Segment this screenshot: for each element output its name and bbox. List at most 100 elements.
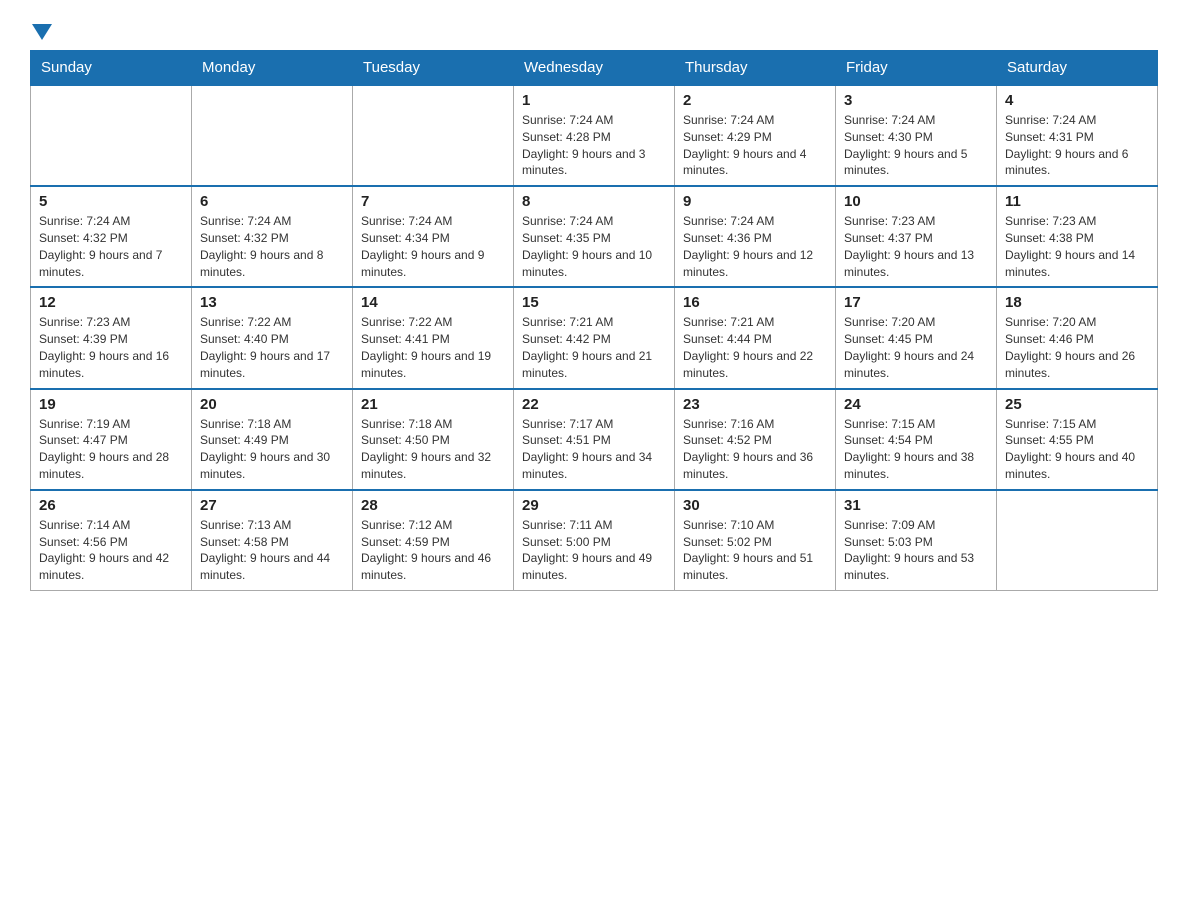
- day-info: Sunrise: 7:24 AM Sunset: 4:36 PM Dayligh…: [683, 213, 827, 280]
- day-of-week-header: Wednesday: [514, 51, 675, 86]
- calendar-week-row: 5 Sunrise: 7:24 AM Sunset: 4:32 PM Daylig…: [31, 186, 1158, 287]
- calendar-table: SundayMondayTuesdayWednesdayThursdayFrid…: [30, 50, 1158, 591]
- calendar-week-row: 26 Sunrise: 7:14 AM Sunset: 4:56 PM Dayli…: [31, 490, 1158, 591]
- calendar-day-cell: 4 Sunrise: 7:24 AM Sunset: 4:31 PM Daylig…: [997, 85, 1158, 186]
- day-info: Sunrise: 7:15 AM Sunset: 4:54 PM Dayligh…: [844, 416, 988, 483]
- day-number: 7: [361, 193, 505, 210]
- calendar-day-cell: 2 Sunrise: 7:24 AM Sunset: 4:29 PM Daylig…: [675, 85, 836, 186]
- calendar-day-cell: 27 Sunrise: 7:13 AM Sunset: 4:58 PM Dayli…: [192, 490, 353, 591]
- day-info: Sunrise: 7:23 AM Sunset: 4:37 PM Dayligh…: [844, 213, 988, 280]
- day-number: 18: [1005, 294, 1149, 311]
- day-info: Sunrise: 7:18 AM Sunset: 4:49 PM Dayligh…: [200, 416, 344, 483]
- day-number: 17: [844, 294, 988, 311]
- day-info: Sunrise: 7:22 AM Sunset: 4:41 PM Dayligh…: [361, 314, 505, 381]
- day-number: 31: [844, 497, 988, 514]
- day-of-week-header: Monday: [192, 51, 353, 86]
- calendar-day-cell: 17 Sunrise: 7:20 AM Sunset: 4:45 PM Dayli…: [836, 287, 997, 388]
- day-info: Sunrise: 7:24 AM Sunset: 4:34 PM Dayligh…: [361, 213, 505, 280]
- calendar-day-cell: 21 Sunrise: 7:18 AM Sunset: 4:50 PM Dayli…: [353, 389, 514, 490]
- calendar-day-cell: 23 Sunrise: 7:16 AM Sunset: 4:52 PM Dayli…: [675, 389, 836, 490]
- calendar-day-cell: 10 Sunrise: 7:23 AM Sunset: 4:37 PM Dayli…: [836, 186, 997, 287]
- logo-triangle-icon: [32, 24, 52, 40]
- day-info: Sunrise: 7:24 AM Sunset: 4:35 PM Dayligh…: [522, 213, 666, 280]
- day-info: Sunrise: 7:20 AM Sunset: 4:45 PM Dayligh…: [844, 314, 988, 381]
- day-of-week-header: Saturday: [997, 51, 1158, 86]
- day-info: Sunrise: 7:23 AM Sunset: 4:39 PM Dayligh…: [39, 314, 183, 381]
- day-number: 5: [39, 193, 183, 210]
- day-number: 15: [522, 294, 666, 311]
- day-info: Sunrise: 7:15 AM Sunset: 4:55 PM Dayligh…: [1005, 416, 1149, 483]
- day-number: 21: [361, 396, 505, 413]
- day-number: 11: [1005, 193, 1149, 210]
- logo: [30, 20, 52, 40]
- day-info: Sunrise: 7:14 AM Sunset: 4:56 PM Dayligh…: [39, 517, 183, 584]
- day-info: Sunrise: 7:12 AM Sunset: 4:59 PM Dayligh…: [361, 517, 505, 584]
- day-info: Sunrise: 7:20 AM Sunset: 4:46 PM Dayligh…: [1005, 314, 1149, 381]
- day-info: Sunrise: 7:24 AM Sunset: 4:31 PM Dayligh…: [1005, 112, 1149, 179]
- day-info: Sunrise: 7:13 AM Sunset: 4:58 PM Dayligh…: [200, 517, 344, 584]
- calendar-day-cell: 25 Sunrise: 7:15 AM Sunset: 4:55 PM Dayli…: [997, 389, 1158, 490]
- calendar-day-cell: 6 Sunrise: 7:24 AM Sunset: 4:32 PM Daylig…: [192, 186, 353, 287]
- calendar-day-cell: [353, 85, 514, 186]
- day-number: 4: [1005, 92, 1149, 109]
- page-header: [30, 20, 1158, 40]
- day-number: 6: [200, 193, 344, 210]
- calendar-day-cell: 30 Sunrise: 7:10 AM Sunset: 5:02 PM Dayli…: [675, 490, 836, 591]
- day-number: 14: [361, 294, 505, 311]
- calendar-header-row: SundayMondayTuesdayWednesdayThursdayFrid…: [31, 51, 1158, 86]
- day-info: Sunrise: 7:18 AM Sunset: 4:50 PM Dayligh…: [361, 416, 505, 483]
- day-of-week-header: Sunday: [31, 51, 192, 86]
- day-of-week-header: Friday: [836, 51, 997, 86]
- day-of-week-header: Tuesday: [353, 51, 514, 86]
- day-info: Sunrise: 7:21 AM Sunset: 4:42 PM Dayligh…: [522, 314, 666, 381]
- calendar-day-cell: 26 Sunrise: 7:14 AM Sunset: 4:56 PM Dayli…: [31, 490, 192, 591]
- day-number: 28: [361, 497, 505, 514]
- calendar-day-cell: 29Sunrise: 7:11 AM Sunset: 5:00 PM Dayli…: [514, 490, 675, 591]
- day-number: 2: [683, 92, 827, 109]
- day-number: 27: [200, 497, 344, 514]
- calendar-day-cell: 9Sunrise: 7:24 AM Sunset: 4:36 PM Daylig…: [675, 186, 836, 287]
- day-number: 25: [1005, 396, 1149, 413]
- day-number: 8: [522, 193, 666, 210]
- calendar-day-cell: 13Sunrise: 7:22 AM Sunset: 4:40 PM Dayli…: [192, 287, 353, 388]
- day-number: 30: [683, 497, 827, 514]
- calendar-day-cell: 18 Sunrise: 7:20 AM Sunset: 4:46 PM Dayli…: [997, 287, 1158, 388]
- day-number: 26: [39, 497, 183, 514]
- day-info: Sunrise: 7:24 AM Sunset: 4:28 PM Dayligh…: [522, 112, 666, 179]
- calendar-day-cell: 24Sunrise: 7:15 AM Sunset: 4:54 PM Dayli…: [836, 389, 997, 490]
- calendar-day-cell: 20 Sunrise: 7:18 AM Sunset: 4:49 PM Dayli…: [192, 389, 353, 490]
- calendar-day-cell: 11 Sunrise: 7:23 AM Sunset: 4:38 PM Dayli…: [997, 186, 1158, 287]
- calendar-day-cell: 31 Sunrise: 7:09 AM Sunset: 5:03 PM Dayli…: [836, 490, 997, 591]
- day-number: 20: [200, 396, 344, 413]
- day-number: 12: [39, 294, 183, 311]
- day-number: 3: [844, 92, 988, 109]
- day-info: Sunrise: 7:23 AM Sunset: 4:38 PM Dayligh…: [1005, 213, 1149, 280]
- calendar-week-row: 12 Sunrise: 7:23 AM Sunset: 4:39 PM Dayli…: [31, 287, 1158, 388]
- calendar-day-cell: 12 Sunrise: 7:23 AM Sunset: 4:39 PM Dayli…: [31, 287, 192, 388]
- calendar-day-cell: 28 Sunrise: 7:12 AM Sunset: 4:59 PM Dayli…: [353, 490, 514, 591]
- day-info: Sunrise: 7:10 AM Sunset: 5:02 PM Dayligh…: [683, 517, 827, 584]
- calendar-day-cell: 14 Sunrise: 7:22 AM Sunset: 4:41 PM Dayli…: [353, 287, 514, 388]
- day-info: Sunrise: 7:09 AM Sunset: 5:03 PM Dayligh…: [844, 517, 988, 584]
- calendar-day-cell: 19Sunrise: 7:19 AM Sunset: 4:47 PM Dayli…: [31, 389, 192, 490]
- day-info: Sunrise: 7:22 AM Sunset: 4:40 PM Dayligh…: [200, 314, 344, 381]
- day-info: Sunrise: 7:24 AM Sunset: 4:32 PM Dayligh…: [200, 213, 344, 280]
- calendar-day-cell: 16Sunrise: 7:21 AM Sunset: 4:44 PM Dayli…: [675, 287, 836, 388]
- day-info: Sunrise: 7:17 AM Sunset: 4:51 PM Dayligh…: [522, 416, 666, 483]
- day-info: Sunrise: 7:19 AM Sunset: 4:47 PM Dayligh…: [39, 416, 183, 483]
- day-info: Sunrise: 7:16 AM Sunset: 4:52 PM Dayligh…: [683, 416, 827, 483]
- calendar-day-cell: 15 Sunrise: 7:21 AM Sunset: 4:42 PM Dayli…: [514, 287, 675, 388]
- day-info: Sunrise: 7:11 AM Sunset: 5:00 PM Dayligh…: [522, 517, 666, 584]
- day-info: Sunrise: 7:24 AM Sunset: 4:30 PM Dayligh…: [844, 112, 988, 179]
- calendar-week-row: 19Sunrise: 7:19 AM Sunset: 4:47 PM Dayli…: [31, 389, 1158, 490]
- day-info: Sunrise: 7:24 AM Sunset: 4:29 PM Dayligh…: [683, 112, 827, 179]
- calendar-day-cell: 22 Sunrise: 7:17 AM Sunset: 4:51 PM Dayli…: [514, 389, 675, 490]
- day-number: 23: [683, 396, 827, 413]
- day-number: 22: [522, 396, 666, 413]
- day-info: Sunrise: 7:21 AM Sunset: 4:44 PM Dayligh…: [683, 314, 827, 381]
- calendar-week-row: 1Sunrise: 7:24 AM Sunset: 4:28 PM Daylig…: [31, 85, 1158, 186]
- calendar-day-cell: 5Sunrise: 7:24 AM Sunset: 4:32 PM Daylig…: [31, 186, 192, 287]
- day-of-week-header: Thursday: [675, 51, 836, 86]
- calendar-day-cell: [192, 85, 353, 186]
- day-number: 10: [844, 193, 988, 210]
